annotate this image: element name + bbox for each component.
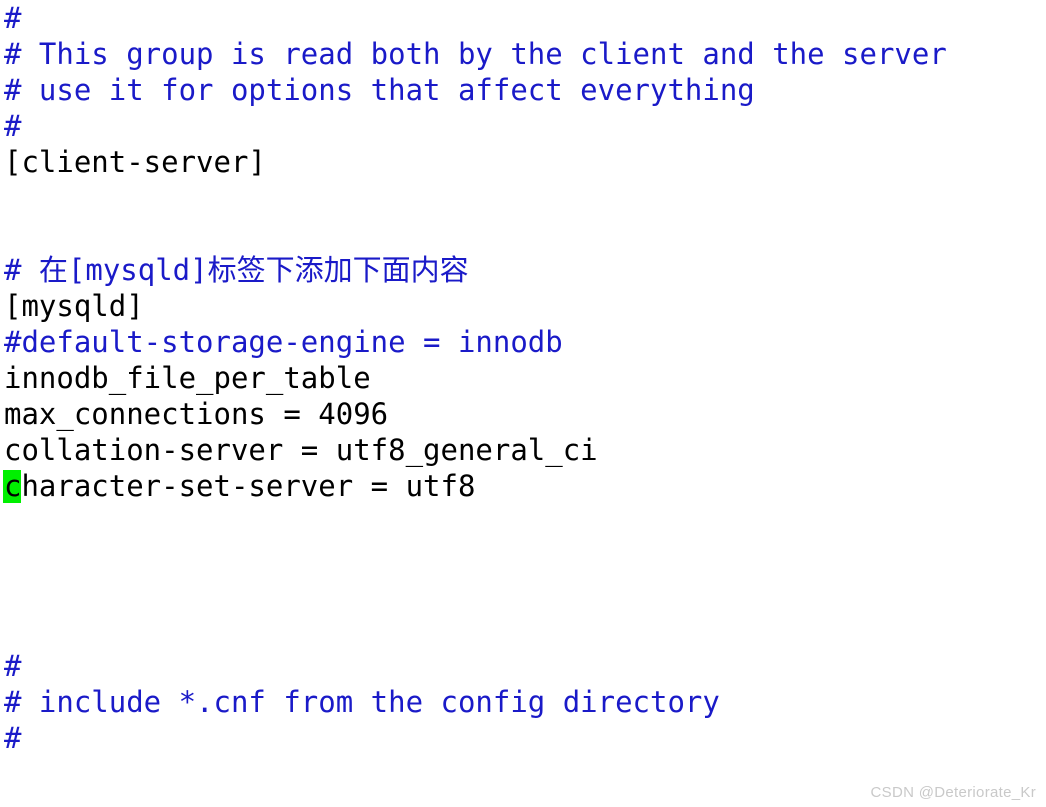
code-line-with-cursor[interactable]: character-set-server = utf8 [3, 468, 1044, 504]
code-line[interactable] [4, 504, 1044, 540]
code-line[interactable] [4, 612, 1044, 648]
code-line[interactable]: # include *.cnf from the config director… [4, 684, 1044, 720]
code-line[interactable]: # use it for options that affect everyth… [4, 72, 1044, 108]
code-text-area[interactable]: # # This group is read both by the client… [3, 0, 1044, 756]
code-line[interactable]: # 在[mysqld]标签下添加下面内容 [4, 252, 1044, 288]
editor-surface[interactable]: # # This group is read both by the client… [0, 0, 1046, 807]
code-line[interactable]: [mysqld] [4, 288, 1044, 324]
code-line[interactable]: collation-server = utf8_general_ci [4, 432, 1044, 468]
code-line[interactable] [4, 576, 1044, 612]
code-line[interactable] [4, 180, 1044, 216]
code-line[interactable]: # This group is read both by the client … [4, 36, 1044, 72]
code-line[interactable]: # [4, 0, 1044, 36]
code-line[interactable]: # [4, 108, 1044, 144]
code-line[interactable]: innodb_file_per_table [4, 360, 1044, 396]
code-line-text: character-set-server = utf8 [4, 469, 476, 503]
code-line[interactable] [4, 540, 1044, 576]
code-line[interactable]: max_connections = 4096 [4, 396, 1044, 432]
code-line[interactable]: # [4, 648, 1044, 684]
code-line[interactable] [4, 216, 1044, 252]
csdn-watermark: CSDN @Deteriorate_Kr [870, 784, 1036, 801]
code-line[interactable]: #default-storage-engine = innodb [4, 324, 1044, 360]
code-line[interactable]: # [4, 720, 1044, 756]
code-line[interactable]: [client-server] [4, 144, 1044, 180]
